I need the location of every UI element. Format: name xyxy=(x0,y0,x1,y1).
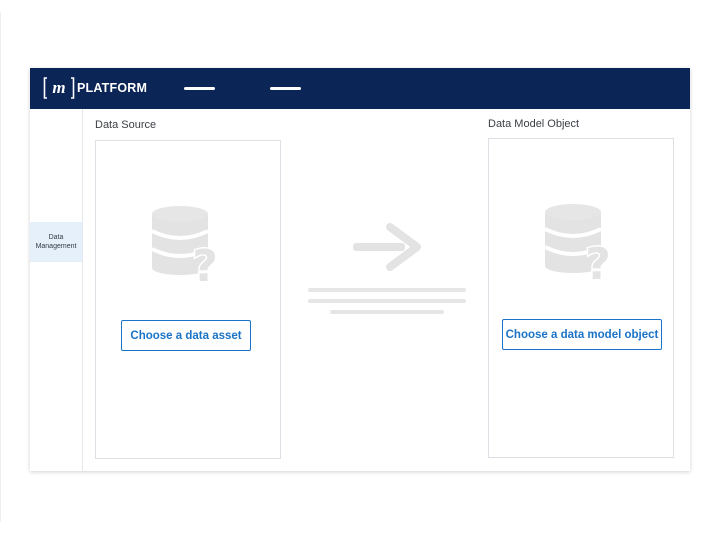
svg-text:m: m xyxy=(52,78,65,97)
platform-logo[interactable]: m PLATFORM xyxy=(43,76,147,100)
data-model-object-title: Data Model Object xyxy=(488,118,580,130)
top-navigation-bar: m PLATFORM xyxy=(30,68,690,109)
nav-menu-item-placeholder-2[interactable] xyxy=(270,87,301,90)
nav-menu-item-placeholder-1[interactable] xyxy=(184,87,215,90)
database-question-icon: ? xyxy=(151,206,219,294)
data-model-object-panel: ? Choose a data model object xyxy=(488,138,674,458)
data-source-title: Data Source xyxy=(95,119,157,131)
brand-text: PLATFORM xyxy=(77,81,148,95)
svg-text:?: ? xyxy=(585,239,611,290)
m-logo-icon: m xyxy=(43,77,75,99)
arrow-right-icon xyxy=(308,223,466,314)
data-source-panel: ? Choose a data asset xyxy=(95,140,281,459)
page-left-rule xyxy=(0,12,1,522)
choose-data-model-object-button[interactable]: Choose a data model object xyxy=(502,319,662,350)
sidebar-item-label-line2: Management xyxy=(35,243,77,250)
app-window: m PLATFORM Data Management Data Source ?… xyxy=(30,68,690,471)
sidebar-item-data-management[interactable]: Data Management xyxy=(30,222,82,262)
choose-data-asset-button[interactable]: Choose a data asset xyxy=(121,320,251,351)
sidebar-item-label-line1: Data xyxy=(48,234,64,241)
database-question-icon: ? xyxy=(544,204,612,292)
sidebar: Data Management xyxy=(30,109,83,471)
svg-text:?: ? xyxy=(192,241,218,292)
